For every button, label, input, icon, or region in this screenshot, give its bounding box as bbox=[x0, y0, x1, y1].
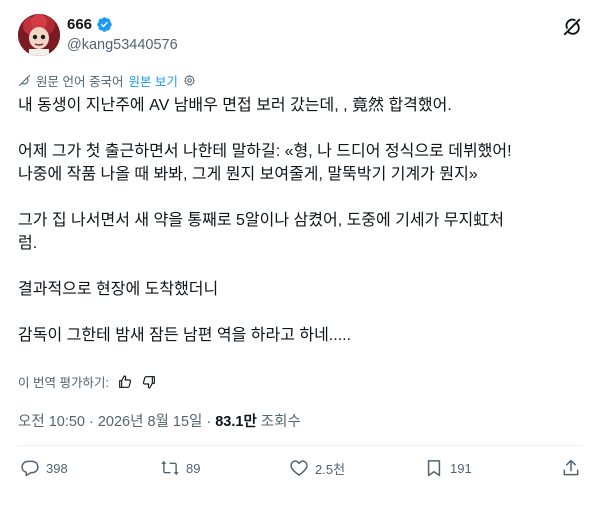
rate-translation: 이 번역 평가하기: bbox=[18, 372, 157, 391]
reply-icon bbox=[21, 460, 39, 477]
action-bar: 398 89 2.5천 191 bbox=[18, 456, 583, 486]
show-original-link[interactable]: 원본 보기 bbox=[128, 71, 177, 90]
avatar-image bbox=[18, 14, 60, 56]
heart-icon bbox=[290, 460, 308, 476]
avatar[interactable] bbox=[18, 14, 60, 56]
view-count: 83.1만 bbox=[215, 414, 257, 430]
divider bbox=[18, 445, 583, 446]
user-handle[interactable]: @kang53440576 bbox=[67, 37, 178, 53]
repost-icon bbox=[161, 460, 179, 476]
share-button[interactable] bbox=[561, 458, 581, 478]
thumbs-up-icon[interactable] bbox=[117, 374, 133, 390]
view-count-label: 조회수 bbox=[260, 414, 301, 430]
rate-translation-label: 이 번역 평가하기: bbox=[18, 376, 109, 390]
tweet-paragraph: 감독이 그한테 밤새 잠든 남편 역을 하라고 하네..... bbox=[18, 327, 352, 344]
bookmark-button[interactable]: 191 bbox=[424, 458, 472, 478]
bookmark-icon bbox=[427, 460, 441, 477]
translation-source-label: 원문 언어 중국어 bbox=[36, 75, 124, 89]
translate-icon bbox=[19, 75, 30, 86]
share-icon bbox=[563, 459, 579, 476]
thumbs-down-icon[interactable] bbox=[141, 374, 157, 390]
reply-button[interactable]: 398 bbox=[20, 458, 68, 478]
tweet-paragraph: 결과적으로 현장에 도착했더니 bbox=[18, 281, 219, 298]
verified-badge-icon[interactable] bbox=[96, 16, 113, 33]
bookmark-count: 191 bbox=[450, 460, 472, 476]
like-count: 2.5천 bbox=[315, 461, 346, 477]
repost-count: 89 bbox=[186, 460, 201, 476]
meta-separator: · bbox=[89, 414, 94, 430]
tweet-text: 내 동생이 지난주에 AV 남배우 면접 보러 갔는데, , 竟然 합격했어. … bbox=[18, 94, 588, 370]
tweet-date[interactable]: 2026년 8월 15일 bbox=[98, 410, 203, 431]
translation-bar: 원문 언어 중국어 원본 보기 bbox=[18, 71, 196, 90]
user-name-block: 666 @kang53440576 bbox=[67, 16, 178, 53]
tweet-paragraph: 내 동생이 지난주에 AV 남배우 면접 보러 갔는데, , 竟然 합격했어. bbox=[18, 97, 452, 114]
reply-count: 398 bbox=[46, 460, 68, 476]
tweet-time[interactable]: 오전 10:50 bbox=[18, 410, 85, 431]
tweet-paragraph: 그가 집 나서면서 새 약을 통째로 5알이나 삼켰어, 도중에 기세가 무지虹… bbox=[18, 212, 504, 252]
tweet-paragraph: 어제 그가 첫 출근하면서 나한테 말하길: «형, 나 드디어 정식으로 데뷔… bbox=[18, 143, 512, 183]
like-button[interactable]: 2.5천 bbox=[289, 458, 345, 478]
display-name[interactable]: 666 bbox=[67, 16, 92, 33]
repost-button[interactable]: 89 bbox=[160, 458, 200, 478]
gear-icon[interactable] bbox=[183, 74, 196, 87]
tweet-header: 666 @kang53440576 bbox=[18, 14, 583, 58]
meta-separator: · bbox=[206, 414, 212, 430]
grok-icon[interactable] bbox=[561, 16, 583, 38]
tweet-meta: 오전 10:50 · 2026년 8월 15일 · 83.1만 조회수 bbox=[18, 410, 301, 431]
